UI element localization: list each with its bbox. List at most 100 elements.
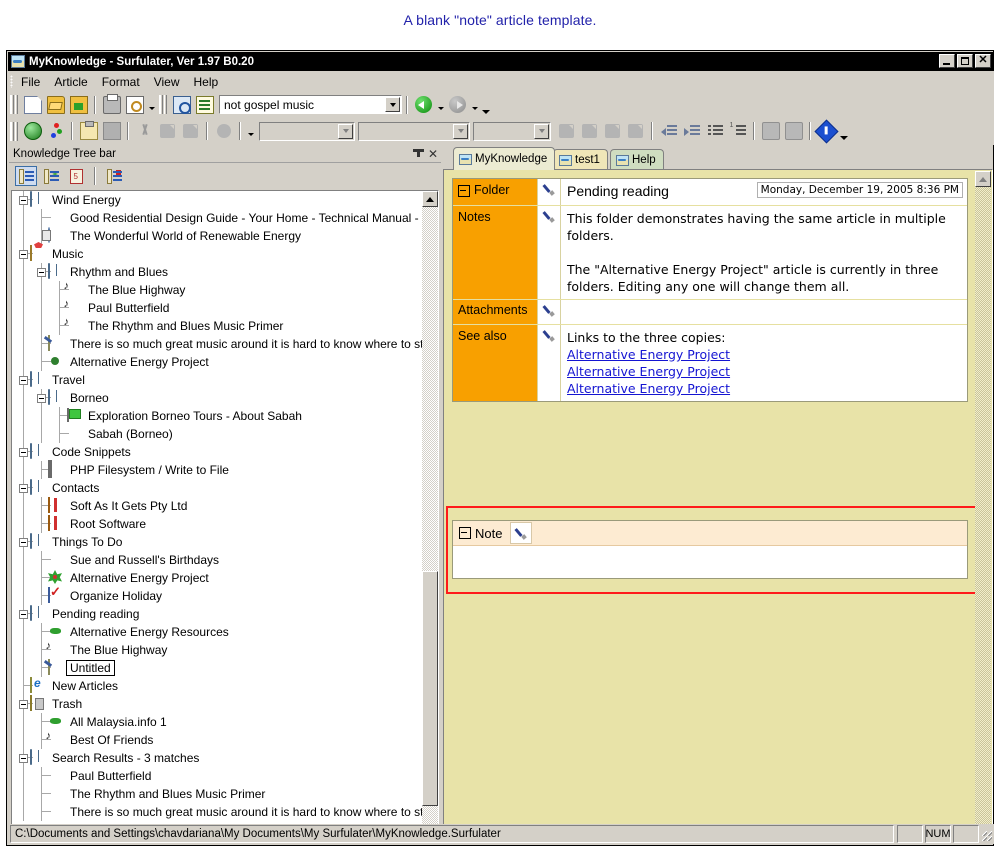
- search-dropdown-arrow[interactable]: [385, 97, 400, 112]
- tree-view-button[interactable]: [15, 166, 37, 186]
- tree-item[interactable]: Exploration Borneo Tours - About Sabah: [12, 407, 423, 425]
- menu-item-view[interactable]: View: [147, 73, 187, 91]
- tree-item[interactable]: Travel: [12, 371, 423, 389]
- knowledge-tree[interactable]: Wind Energy Good Residential Design Guide…: [11, 190, 439, 842]
- tree-expander[interactable]: [19, 484, 28, 493]
- tree-expander[interactable]: [19, 448, 28, 457]
- tree-item[interactable]: Alternative Energy Project: [12, 569, 423, 587]
- tree-item[interactable]: The Rhythm and Blues Music Primer: [12, 785, 423, 803]
- toolbar-overflow-button[interactable]: [480, 94, 492, 116]
- pin-icon[interactable]: [412, 148, 425, 161]
- article-scrollbar[interactable]: [975, 171, 991, 842]
- see-also-value-cell[interactable]: Links to the three copies: Alternative E…: [561, 325, 967, 401]
- paste-clipboard-button[interactable]: [179, 120, 202, 142]
- paste-article-button[interactable]: [77, 120, 100, 142]
- tree-scrollbar[interactable]: [422, 191, 438, 841]
- close-icon[interactable]: ✕: [425, 148, 441, 161]
- tree-item[interactable]: Search Results - 3 matches: [12, 749, 423, 767]
- tree-item[interactable]: Borneo: [12, 389, 423, 407]
- resize-grip[interactable]: [980, 825, 994, 843]
- tree-item[interactable]: The Blue Highway: [12, 641, 423, 659]
- tree-item[interactable]: There is so much great music around it i…: [12, 803, 423, 821]
- tree-item[interactable]: Things To Do: [12, 533, 423, 551]
- numbered-list-button[interactable]: [726, 120, 749, 142]
- tab-test1[interactable]: test1: [553, 149, 608, 170]
- article-scroll-track[interactable]: [975, 187, 991, 826]
- copy-button[interactable]: [156, 120, 179, 142]
- see-also-link-1[interactable]: Alternative Energy Project: [567, 346, 961, 363]
- toolbar-grip[interactable]: [10, 95, 18, 114]
- print-preview-button[interactable]: [123, 94, 146, 116]
- tree-item[interactable]: Paul Butterfield: [12, 767, 423, 785]
- globe-button[interactable]: [21, 120, 44, 142]
- collapse-icon[interactable]: [458, 185, 470, 197]
- new-document-button[interactable]: [21, 94, 44, 116]
- forward-button[interactable]: [446, 94, 469, 116]
- tree-expander[interactable]: [19, 754, 28, 763]
- indent-increase-button[interactable]: [680, 120, 703, 142]
- save-button[interactable]: [67, 94, 90, 116]
- tree-item[interactable]: Organize Holiday: [12, 587, 423, 605]
- font-style-combo[interactable]: [473, 121, 551, 141]
- print-button[interactable]: [100, 93, 123, 116]
- format-toolbar-overflow[interactable]: [838, 120, 850, 142]
- attachments-value-cell[interactable]: [561, 300, 967, 324]
- tree-item[interactable]: There is so much great music around it i…: [12, 335, 423, 353]
- maximize-button[interactable]: [957, 54, 973, 68]
- tree-expander[interactable]: [19, 196, 28, 205]
- font-style-dropdown-arrow[interactable]: [534, 123, 549, 139]
- tree-item[interactable]: Sue and Russell's Birthdays: [12, 551, 423, 569]
- close-button[interactable]: ✕: [975, 54, 991, 68]
- tree-expander[interactable]: [37, 268, 46, 277]
- capture-window-button[interactable]: [170, 94, 193, 116]
- see-also-link-3[interactable]: Alternative Energy Project: [567, 380, 961, 397]
- pen-icon-notes[interactable]: [543, 210, 556, 223]
- fill-color-button[interactable]: [212, 120, 235, 142]
- bold-button[interactable]: [555, 120, 578, 142]
- tree-item[interactable]: Soft As It Gets Pty Ltd: [12, 497, 423, 515]
- tab-myknowledge[interactable]: MyKnowledge: [453, 147, 556, 170]
- see-also-edit-cell[interactable]: [538, 325, 561, 401]
- pen-icon-see-also[interactable]: [543, 329, 556, 342]
- print-dropdown-arrow[interactable]: [146, 94, 157, 116]
- note-body[interactable]: [453, 546, 967, 578]
- tree-expander[interactable]: [19, 376, 28, 385]
- pen-icon-note[interactable]: [515, 527, 528, 540]
- tree-item[interactable]: All Malaysia.info 1: [12, 713, 423, 731]
- note-edit-button[interactable]: [510, 522, 533, 544]
- pen-icon-attachments[interactable]: [543, 304, 556, 317]
- font-size-dropdown-arrow[interactable]: [453, 123, 468, 139]
- colored-dots-button[interactable]: [44, 120, 67, 142]
- minimize-button[interactable]: [939, 54, 955, 68]
- tree-item[interactable]: Music: [12, 245, 423, 263]
- color-dropdown-arrow[interactable]: [245, 120, 256, 142]
- tree-item[interactable]: Good Residential Design Guide - Your Hom…: [12, 209, 423, 227]
- indent-decrease-button[interactable]: [657, 120, 680, 142]
- tree-item[interactable]: Root Software: [12, 515, 423, 533]
- tree-item[interactable]: Rhythm and Blues: [12, 263, 423, 281]
- tree-expander[interactable]: [19, 610, 28, 619]
- tree-item[interactable]: Code Snippets: [12, 443, 423, 461]
- tree-scroll-thumb[interactable]: [422, 571, 438, 806]
- italic-button[interactable]: [578, 120, 601, 142]
- font-size-combo[interactable]: [358, 121, 470, 141]
- split-button[interactable]: [782, 120, 805, 142]
- format-toolbar-grip[interactable]: [10, 121, 18, 141]
- bullet-list-button[interactable]: [703, 120, 726, 142]
- see-also-link-2[interactable]: Alternative Energy Project: [567, 363, 961, 380]
- toolbar-grip-2[interactable]: [159, 95, 167, 114]
- tree-expander[interactable]: [19, 700, 28, 709]
- forward-dropdown-arrow[interactable]: [469, 94, 480, 116]
- article-scroll-up-button[interactable]: [975, 171, 991, 187]
- new-tree-item-button[interactable]: +: [40, 166, 62, 186]
- tree-item[interactable]: The Wonderful World of Renewable Energy: [12, 227, 423, 245]
- font-family-dropdown-arrow[interactable]: [338, 123, 353, 139]
- tab-help[interactable]: Help: [610, 149, 664, 170]
- back-dropdown-arrow[interactable]: [435, 94, 446, 116]
- tree-expander[interactable]: [19, 250, 28, 259]
- menu-item-help[interactable]: Help: [187, 73, 226, 91]
- menu-item-format[interactable]: Format: [95, 73, 147, 91]
- tree-item[interactable]: Untitled: [12, 659, 423, 677]
- back-button[interactable]: [412, 94, 435, 116]
- tree-item[interactable]: The Blue Highway: [12, 281, 423, 299]
